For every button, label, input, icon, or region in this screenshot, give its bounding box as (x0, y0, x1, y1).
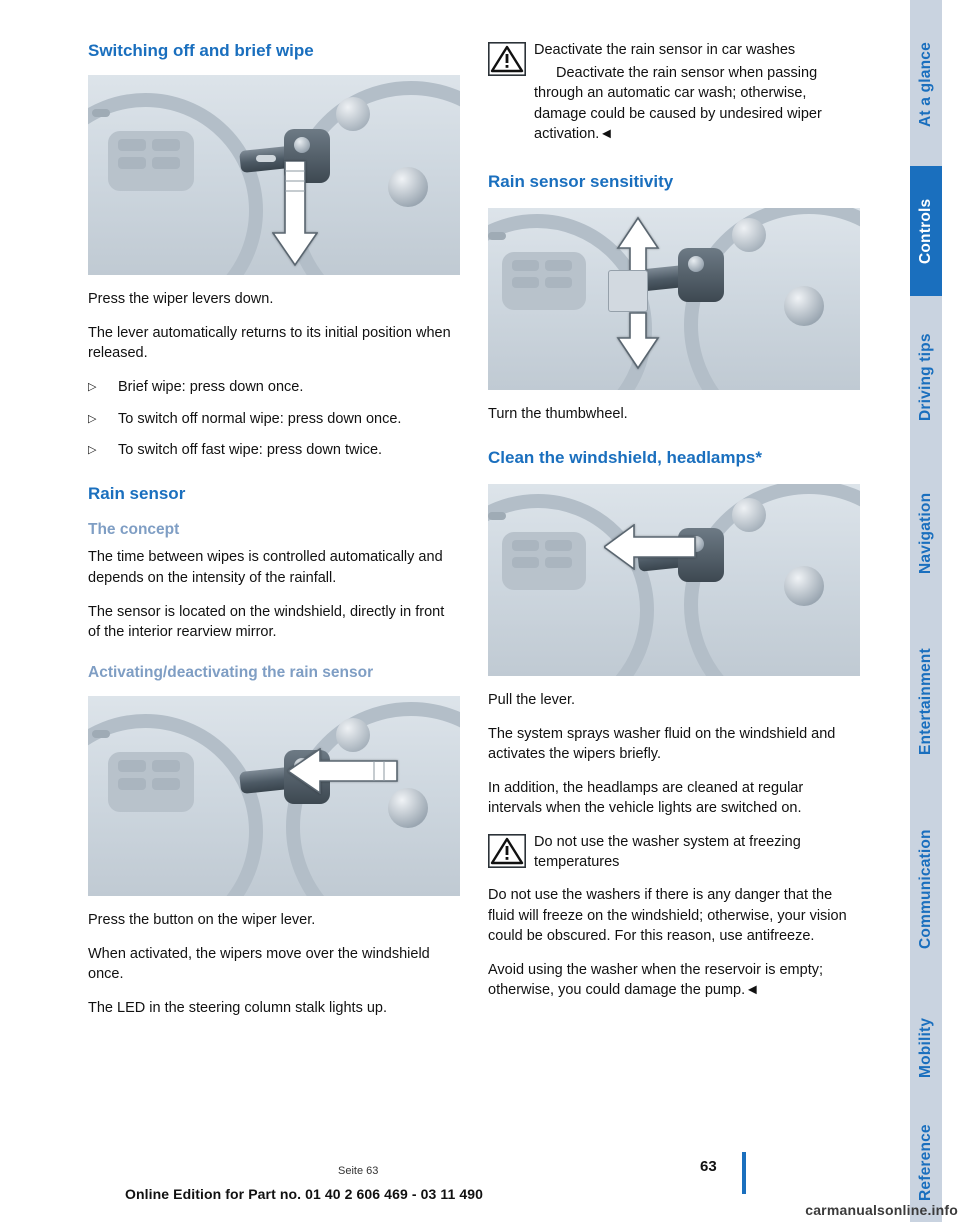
subsection-activating: Activating/deactivating the rain sensor (88, 663, 374, 681)
bullet-text: To switch off fast wipe: press down twic… (118, 442, 383, 459)
down-arrow-icon (271, 160, 319, 267)
warning-box-car-wash: Deactivate the rain sensor in car washes… (488, 40, 860, 145)
warning-title: Do not use the washer system at freezing (534, 833, 801, 850)
figure-thumbwheel (488, 208, 860, 391)
para-when-activated: When activated, the wipers move over the… (88, 945, 430, 983)
para-lever-returns: The lever automatically returns to its i… (88, 324, 451, 362)
list-item: ▷ Brief wipe: press down once. (88, 377, 460, 398)
tab-entertainment[interactable]: Entertainment (910, 614, 942, 790)
figure-pull-lever (488, 483, 860, 676)
page-number: 63 (700, 1158, 717, 1175)
section-clean-windshield: Clean the windshield, headlamps* (488, 447, 762, 467)
footer-rule (742, 1152, 746, 1194)
left-arrow-icon (286, 747, 398, 795)
bullet-marker-icon: ▷ (88, 380, 97, 393)
tab-mobility[interactable]: Mobility (910, 988, 942, 1108)
chapter-tab-rail: At a glance Controls Driving tips Naviga… (892, 0, 960, 1222)
manual-page: Switching off and brief wipe Press the w… (0, 0, 960, 1222)
para-concept-2: The sensor is located on the windshield,… (88, 603, 445, 641)
thumbwheel-graphic (608, 270, 648, 313)
bullet-text: To switch off normal wipe: press down on… (118, 410, 402, 427)
bullet-marker-icon: ▷ (88, 444, 97, 457)
tab-communication[interactable]: Communication (910, 796, 942, 982)
para-sprays-fluid: The system sprays washer fluid on the wi… (488, 725, 836, 763)
footer-text: Online Edition for Part no. 01 40 2 606 … (125, 1186, 483, 1202)
tab-navigation[interactable]: Navigation (910, 458, 942, 608)
list-item: ▷ To switch off fast wipe: press down tw… (88, 440, 460, 461)
page-title: Switching off and brief wipe (88, 41, 314, 60)
para-concept-1: The time between wipes is controlled aut… (88, 549, 443, 586)
warning-box-freezing: Do not use the washer system at freezing… (488, 832, 860, 873)
up-arrow-icon (616, 216, 660, 274)
down-arrow-icon (616, 312, 660, 370)
bullet-text: Brief wipe: press down once. (118, 378, 304, 395)
warning-body: Deactivate the rain sensor when passing … (534, 64, 822, 143)
figure-wiper-stalk-down (88, 75, 460, 276)
tab-at-a-glance[interactable]: At a glance (910, 10, 942, 160)
para-press-button: Press the button on the wiper lever. (88, 912, 316, 929)
warning-title-line2: temperatures (534, 854, 620, 871)
para-headlamps-cleaned: In addition, the headlamps are cleaned a… (488, 779, 804, 817)
warning-triangle-icon (488, 832, 527, 873)
left-column: Switching off and brief wipe Press the w… (88, 40, 460, 1031)
list-item: ▷ To switch off normal wipe: press down … (88, 409, 460, 430)
warning-triangle-icon (488, 40, 527, 145)
watermark: carmanualsonline.info (805, 1202, 958, 1218)
para-pull-lever: Pull the lever. (488, 691, 576, 708)
bullet-marker-icon: ▷ (88, 412, 97, 425)
warning-text: Deactivate the rain sensor in car washes… (534, 40, 860, 145)
left-arrow-icon (602, 523, 696, 571)
warning-text: Do not use the washer system at freezing… (534, 832, 801, 873)
right-column: Deactivate the rain sensor in car washes… (488, 40, 860, 1014)
section-rain-sensor-sensitivity: Rain sensor sensitivity (488, 171, 674, 191)
para-led-lights: The LED in the steering column stalk lig… (88, 999, 388, 1016)
warning-title: Deactivate the rain sensor in car washes (534, 42, 796, 58)
seat-note: Seite 63 (338, 1165, 379, 1177)
figure-wiper-stalk-button (88, 696, 460, 897)
para-freezing-1: Do not use the washers if there is any d… (488, 887, 847, 945)
para-turn-thumbwheel: Turn the thumbwheel. (488, 406, 628, 423)
para-freezing-2: Avoid using the washer when the reservoi… (488, 961, 824, 999)
tab-driving-tips[interactable]: Driving tips (910, 302, 942, 452)
tab-controls[interactable]: Controls (910, 166, 942, 296)
subsection-the-concept: The concept (88, 520, 180, 538)
section-rain-sensor: Rain sensor (88, 483, 186, 503)
para-press-levers: Press the wiper levers down. (88, 291, 274, 308)
